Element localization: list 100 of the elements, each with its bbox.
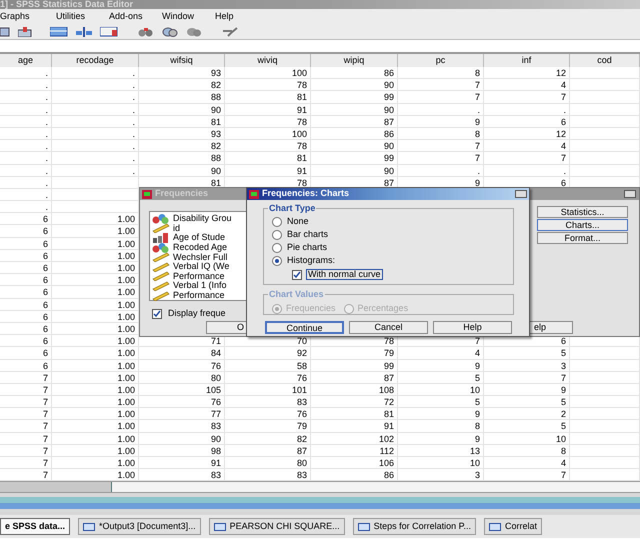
table-cell: .	[45, 176, 48, 189]
table-cell: 1.00	[117, 286, 135, 298]
ruler-icon	[152, 271, 170, 282]
column-header[interactable]: recodage	[52, 54, 139, 67]
variable-item[interactable]: Performance	[173, 272, 225, 281]
table-cell: 5	[560, 347, 566, 360]
table-cell: 99	[384, 360, 394, 372]
table-cell: 7	[474, 335, 480, 348]
table-cell: 4	[560, 140, 566, 152]
checkbox-label: Display freque	[168, 307, 226, 320]
table-cell: 6	[42, 286, 48, 298]
table-cell: 12	[556, 128, 566, 140]
table-cell: 1.00	[117, 384, 135, 396]
variable-item[interactable]: Verbal IQ (We	[173, 262, 230, 272]
table-cell: 5	[474, 372, 480, 384]
close-button[interactable]	[624, 190, 636, 198]
menu-item[interactable]: Add-ons	[109, 10, 162, 24]
taskbar-button[interactable]: e SPSS data...	[0, 518, 70, 536]
dialog-button[interactable]: Cancel	[349, 321, 428, 334]
table-cell: 7	[474, 91, 480, 104]
menu-item[interactable]: Help	[215, 10, 268, 24]
table-cell: 90	[384, 79, 394, 92]
scales-icon[interactable]	[76, 26, 92, 36]
table-cell: 87	[296, 444, 307, 457]
table-cell: 6	[42, 262, 48, 274]
grid-icon[interactable]	[100, 26, 118, 36]
table-cell: 6	[42, 213, 48, 226]
radio-button[interactable]	[272, 243, 282, 253]
table-cell: .	[45, 201, 48, 214]
table-cell: 9	[474, 408, 480, 420]
variable-item[interactable]: Wechsler Full	[173, 252, 228, 262]
horizontal-scrollbar[interactable]	[0, 481, 640, 494]
checkbox[interactable]	[292, 270, 302, 280]
cloud-icon[interactable]	[186, 26, 202, 36]
table-cell: .	[45, 91, 48, 104]
table-cell: 13	[470, 444, 480, 457]
nominal-variable-icon	[152, 214, 170, 224]
binoculars-icon[interactable]	[138, 26, 154, 36]
ruler-icon	[152, 252, 170, 262]
dialog-button[interactable]: Continue	[265, 321, 344, 334]
table-cell: 7	[42, 396, 48, 408]
radio-button[interactable]	[272, 256, 282, 266]
column-header[interactable]: wiviq	[225, 54, 311, 67]
taskbar-button[interactable]: Steps for Correlation P...	[352, 518, 476, 536]
table-cell: .	[45, 152, 48, 164]
table-cell: 10	[556, 432, 566, 445]
scrollbar-thumb[interactable]	[0, 482, 112, 492]
table-cell: 79	[296, 420, 307, 432]
table-cell: 91	[296, 104, 307, 116]
table-cell: 98	[210, 444, 221, 457]
column-header[interactable]: wifsiq	[139, 54, 225, 67]
table-cell: 80	[210, 372, 221, 384]
table-cell: 1.00	[117, 457, 135, 469]
table-cell: 1.00	[117, 238, 135, 250]
table-cell: 83	[210, 420, 221, 432]
table-cell: 6	[42, 310, 48, 323]
dialog-button[interactable]: Charts...	[537, 219, 628, 231]
table-cell: .	[132, 67, 135, 79]
table-cell: 7	[42, 420, 48, 432]
ruler-icon	[152, 290, 170, 301]
column-header[interactable]: cod	[570, 54, 640, 67]
variable-item[interactable]: Age of Stude	[173, 233, 226, 242]
table-cell: 1.00	[117, 274, 135, 286]
column-header[interactable]: age	[0, 54, 52, 67]
table-cell: 5	[474, 396, 480, 408]
table-cell: 5	[560, 396, 566, 408]
cloud-icon[interactable]	[162, 26, 178, 36]
variable-item[interactable]: Performance	[173, 291, 225, 300]
column-header[interactable]: inf	[484, 54, 570, 67]
variable-item[interactable]: Verbal 1 (Info	[173, 281, 227, 290]
import-icon[interactable]	[18, 26, 32, 36]
table-cell: 6	[42, 347, 48, 360]
variable-item[interactable]: Recoded Age	[173, 243, 228, 252]
dialog-button[interactable]: Statistics...	[537, 206, 628, 218]
menu-item[interactable]: Utilities	[56, 10, 109, 24]
variable-item[interactable]: id	[173, 224, 180, 233]
table-cell: 7	[42, 384, 48, 396]
checkbox[interactable]	[152, 308, 162, 319]
table-cell: 86	[384, 469, 394, 482]
radio-button[interactable]	[272, 217, 282, 227]
menu-item[interactable]: Window	[162, 10, 215, 24]
table-cell: 7	[42, 469, 48, 482]
variable-item[interactable]: Disability Grou	[173, 214, 232, 224]
taskbar-button[interactable]: *Output3 [Document3]...	[78, 518, 201, 536]
table-cell: 91	[384, 420, 394, 432]
table-cell: .	[563, 104, 566, 116]
table-cell: 105	[206, 384, 221, 396]
taskbar-button[interactable]: Correlat	[484, 518, 542, 536]
menu-item[interactable]: Graphs	[0, 10, 56, 24]
table-icon[interactable]	[50, 26, 68, 36]
dialog-button[interactable]: Help	[433, 321, 512, 334]
radio-button[interactable]	[272, 230, 282, 240]
column-header[interactable]: pc	[398, 54, 484, 67]
table-cell: 1.00	[117, 225, 135, 238]
dialog-button[interactable]: Format...	[537, 232, 628, 244]
table-cell: 81	[384, 408, 394, 420]
table-cell: 91	[296, 164, 307, 176]
column-header[interactable]: wipiq	[311, 54, 398, 67]
taskbar-button[interactable]: PEARSON CHI SQUARE...	[208, 518, 345, 536]
close-button[interactable]	[515, 190, 527, 198]
